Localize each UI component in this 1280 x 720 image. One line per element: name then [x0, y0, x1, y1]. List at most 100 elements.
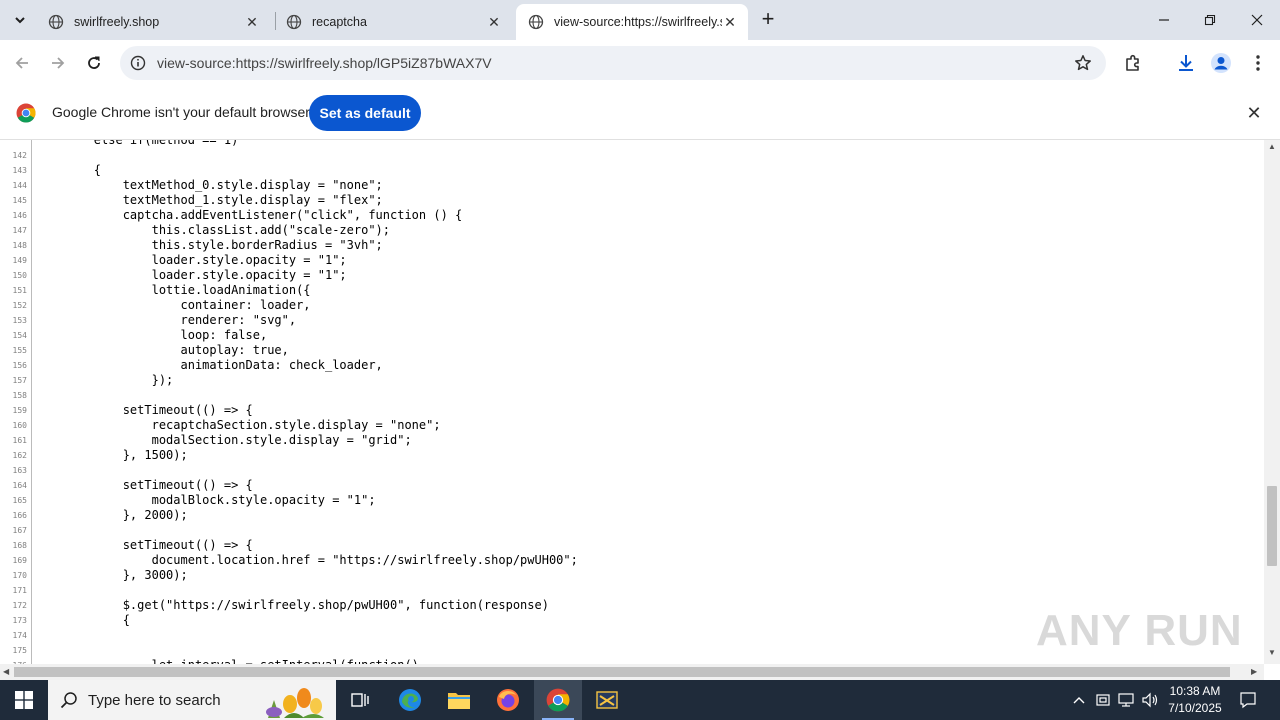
source-line: 143 { — [0, 163, 1264, 178]
windows-taskbar: Type here to search 10:38 AM 7/10/2025 — [0, 680, 1280, 720]
line-number: 144 — [12, 181, 27, 190]
tab-view-source[interactable]: view-source:https://swirlfreely.s ✕ — [516, 4, 748, 40]
source-code-text: this.classList.add("scale-zero"); — [36, 223, 391, 237]
anyrun-watermark: ANY RUN — [1036, 606, 1243, 655]
tray-overflow-icon[interactable] — [1070, 690, 1088, 710]
tab-search-button[interactable] — [8, 6, 32, 34]
volume-icon[interactable] — [1141, 690, 1159, 710]
notification-center-icon[interactable] — [1238, 690, 1258, 710]
source-code-text: lottie.loadAnimation({ — [36, 283, 311, 297]
source-line: else if(method == 1) — [0, 140, 1264, 148]
horizontal-scroll-thumb[interactable] — [14, 667, 1230, 677]
default-browser-infobar: Google Chrome isn't your default browser… — [0, 86, 1280, 140]
close-icon[interactable]: ✕ — [486, 14, 502, 30]
scroll-right-icon[interactable]: ▶ — [1251, 667, 1257, 676]
close-icon[interactable]: ✕ — [244, 14, 260, 30]
forward-button[interactable] — [45, 50, 71, 76]
taskbar-search-box[interactable]: Type here to search — [48, 680, 336, 720]
chevron-down-icon — [15, 17, 25, 24]
line-number: 154 — [12, 331, 27, 340]
source-line: 165 modalBlock.style.opacity = "1"; — [0, 493, 1264, 508]
source-code-text: modalSection.style.display = "grid"; — [36, 433, 412, 447]
edge-icon — [399, 689, 421, 711]
scroll-left-icon[interactable]: ◀ — [3, 667, 9, 676]
line-number: 145 — [12, 196, 27, 205]
source-view: else if(method == 1) 142 143 {144 textMeth… — [0, 140, 1264, 664]
tab-title: view-source:https://swirlfreely.s — [554, 15, 722, 29]
avatar-icon — [1211, 53, 1231, 73]
restore-button[interactable] — [1187, 0, 1233, 40]
source-line: 151 lottie.loadAnimation({ — [0, 283, 1264, 298]
source-code-text: }, 1500); — [36, 448, 188, 462]
horizontal-scrollbar[interactable]: ◀ ▶ — [0, 664, 1264, 680]
source-code-text: loader.style.opacity = "1"; — [36, 253, 347, 267]
infobar-message: Google Chrome isn't your default browser — [52, 104, 310, 120]
source-code-text: }, 2000); — [36, 508, 188, 522]
set-as-default-button[interactable]: Set as default — [309, 95, 421, 131]
line-number: 153 — [12, 316, 27, 325]
source-code-text: setTimeout(() => { — [36, 538, 253, 552]
source-line: 157 }); — [0, 373, 1264, 388]
source-line: 168 setTimeout(() => { — [0, 538, 1264, 553]
taskbar-edge[interactable] — [386, 680, 434, 720]
line-number: 169 — [12, 556, 27, 565]
reload-button[interactable] — [81, 50, 107, 76]
scroll-up-icon[interactable]: ▲ — [1268, 142, 1276, 151]
system-clock[interactable]: 10:38 AM 7/10/2025 — [1160, 683, 1230, 717]
close-icon[interactable]: ✕ — [722, 14, 738, 30]
vertical-scroll-thumb[interactable] — [1267, 486, 1277, 566]
line-number: 173 — [12, 616, 27, 625]
tab-swirlfreely[interactable]: swirlfreely.shop ✕ — [36, 4, 270, 40]
start-button[interactable] — [0, 680, 48, 720]
line-number: 171 — [12, 586, 27, 595]
flowers-decoration-icon — [266, 688, 324, 718]
close-window-button[interactable] — [1234, 0, 1280, 40]
source-line: 158 — [0, 388, 1264, 403]
clock-time: 10:38 AM — [1169, 684, 1221, 698]
vertical-scrollbar[interactable]: ▲ ▼ — [1264, 140, 1280, 664]
task-view-button[interactable] — [336, 680, 384, 720]
meet-now-icon[interactable] — [1094, 690, 1112, 710]
taskbar-file-explorer[interactable] — [435, 680, 483, 720]
line-number: 175 — [12, 646, 27, 655]
source-code-text: container: loader, — [36, 298, 311, 312]
source-code-text: { — [36, 163, 102, 177]
source-line: 150 loader.style.opacity = "1"; — [0, 268, 1264, 283]
taskbar-firefox[interactable] — [484, 680, 532, 720]
source-code-text: captcha.addEventListener("click", functi… — [36, 208, 463, 222]
tab-recaptcha[interactable]: recaptcha ✕ — [274, 4, 512, 40]
arrow-left-icon — [15, 57, 28, 69]
new-tab-button[interactable]: + — [756, 8, 780, 32]
address-bar[interactable]: view-source:https://swirlfreely.shop/lGP… — [120, 46, 1106, 80]
minimize-button[interactable] — [1141, 0, 1187, 40]
source-code-text: }, 3000); — [36, 568, 188, 582]
tab-title: recaptcha — [312, 15, 367, 29]
download-icon — [1179, 55, 1193, 71]
line-number: 174 — [12, 631, 27, 640]
close-icon[interactable]: ✕ — [1244, 103, 1264, 123]
source-code-text: { — [36, 613, 130, 627]
globe-icon — [48, 14, 64, 30]
network-icon[interactable] — [1117, 690, 1135, 710]
extensions-button[interactable] — [1122, 52, 1144, 74]
back-button[interactable] — [9, 50, 35, 76]
line-number: 155 — [12, 346, 27, 355]
taskbar-chrome[interactable] — [534, 680, 582, 720]
line-number: 142 — [12, 151, 27, 160]
windows-logo-icon — [15, 691, 33, 709]
bookmark-star-icon[interactable] — [1074, 54, 1092, 72]
source-line: 142 — [0, 148, 1264, 163]
info-icon[interactable] — [130, 55, 146, 71]
source-line: 162 }, 1500); — [0, 448, 1264, 463]
scroll-down-icon[interactable]: ▼ — [1268, 648, 1276, 657]
profile-button[interactable] — [1210, 52, 1232, 74]
taskbar-anyrun-tool[interactable] — [583, 680, 631, 720]
menu-button[interactable] — [1247, 52, 1269, 74]
source-code-text: autoplay: true, — [36, 343, 289, 357]
line-number: 147 — [12, 226, 27, 235]
source-line: 167 — [0, 523, 1264, 538]
line-number: 158 — [12, 391, 27, 400]
downloads-button[interactable] — [1175, 52, 1197, 74]
arrow-right-icon — [52, 57, 65, 69]
minimize-icon — [1159, 19, 1169, 21]
